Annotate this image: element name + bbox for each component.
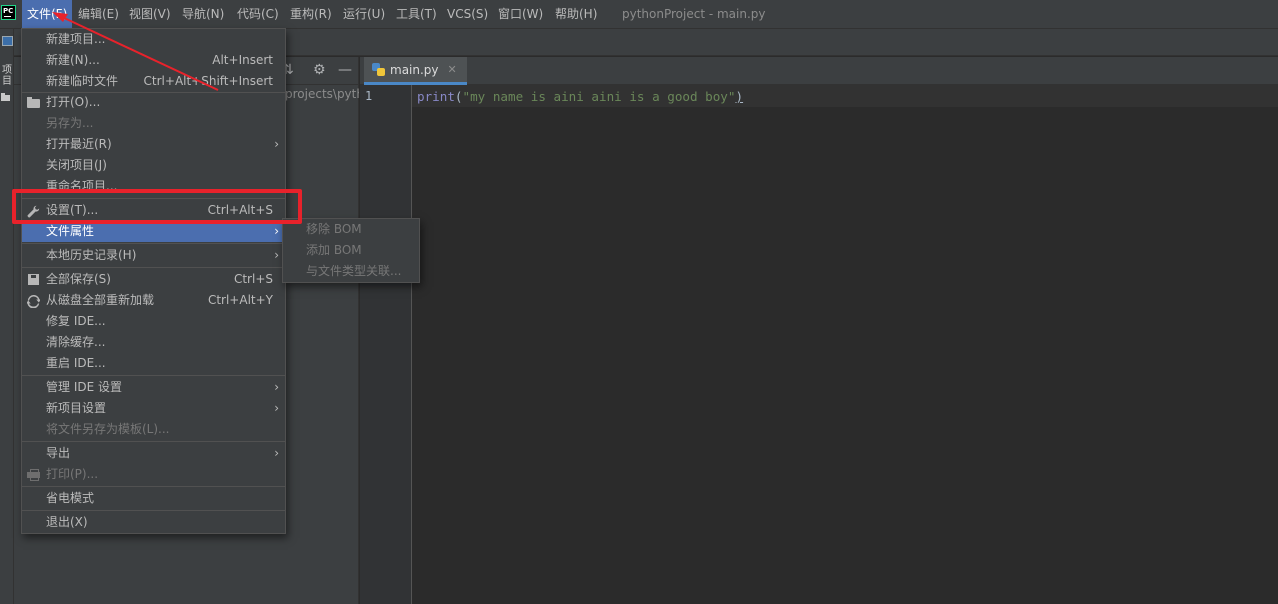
annotation-arrow [52,12,219,91]
